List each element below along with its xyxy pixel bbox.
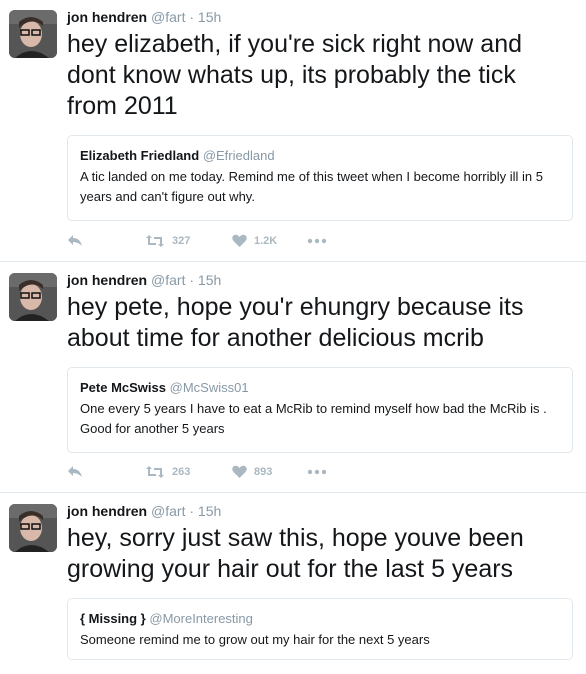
reply-button[interactable] xyxy=(67,233,83,249)
avatar[interactable] xyxy=(9,273,57,321)
more-dots-icon xyxy=(307,238,327,244)
tweet-text: hey, sorry just saw this, hope youve bee… xyxy=(67,524,524,583)
avatar[interactable] xyxy=(9,10,57,58)
reply-button[interactable] xyxy=(67,464,83,480)
tweet-header: jon hendren @fart · 15h xyxy=(67,271,221,289)
author-handle[interactable]: @fart xyxy=(151,9,185,25)
quoted-tweet[interactable]: Pete McSwiss @McSwiss01 One every 5 year… xyxy=(67,367,573,453)
quoted-tweet[interactable]: { Missing } @MoreInteresting Someone rem… xyxy=(67,598,573,660)
like-count: 1.2K xyxy=(254,235,278,247)
avatar[interactable] xyxy=(9,504,57,552)
tweet-actions: 327 1.2K xyxy=(67,233,367,249)
more-button[interactable] xyxy=(307,464,327,480)
avatar-image xyxy=(9,504,57,552)
like-count: 893 xyxy=(254,466,273,478)
quoted-author-name: Pete McSwiss xyxy=(80,380,166,395)
quoted-author-handle: @Efriedland xyxy=(202,148,275,163)
tweet-time[interactable]: · 15h xyxy=(189,9,221,25)
tweet[interactable]: jon hendren @fart · 15h hey elizabeth, i… xyxy=(0,0,586,262)
reply-icon xyxy=(68,466,82,477)
tweet-header: jon hendren @fart · 15h xyxy=(67,8,221,26)
tweet[interactable]: jon hendren @fart · 15h hey pete, hope y… xyxy=(0,263,586,493)
heart-icon xyxy=(232,465,247,478)
quoted-author-handle: @MoreInteresting xyxy=(149,611,253,626)
retweet-icon xyxy=(146,466,164,478)
author-name[interactable]: jon hendren xyxy=(67,9,147,25)
reply-icon xyxy=(68,235,82,246)
more-dots-icon xyxy=(307,469,327,475)
like-button[interactable]: 1.2K xyxy=(232,233,277,249)
author-name[interactable]: jon hendren xyxy=(67,503,147,519)
quoted-tweet-text: One every 5 years I have to eat a McRib … xyxy=(80,401,547,436)
tweet-time[interactable]: · 15h xyxy=(189,272,221,288)
quoted-author-handle: @McSwiss01 xyxy=(169,380,249,395)
tweet-text: hey elizabeth, if you're sick right now … xyxy=(67,30,523,120)
retweet-count: 263 xyxy=(172,466,191,478)
tweet-actions: 263 893 xyxy=(67,464,367,480)
quoted-author-name: { Missing } xyxy=(80,611,146,626)
quoted-tweet-text: A tic landed on me today. Remind me of t… xyxy=(80,169,543,204)
tweet[interactable]: jon hendren @fart · 15h hey, sorry just … xyxy=(0,494,586,674)
tweet-text: hey pete, hope you'r ehungry because its… xyxy=(67,293,524,352)
retweet-icon xyxy=(146,235,164,247)
author-handle[interactable]: @fart xyxy=(151,503,185,519)
avatar-image xyxy=(9,273,57,321)
tweet-time[interactable]: · 15h xyxy=(189,503,221,519)
tweet-header: jon hendren @fart · 15h xyxy=(67,502,221,520)
quoted-tweet-text: Someone remind me to grow out my hair fo… xyxy=(80,632,430,647)
like-button[interactable]: 893 xyxy=(232,464,272,480)
retweet-button[interactable]: 327 xyxy=(145,233,190,249)
author-name[interactable]: jon hendren xyxy=(67,272,147,288)
quoted-tweet[interactable]: Elizabeth Friedland @Efriedland A tic la… xyxy=(67,135,573,221)
more-button[interactable] xyxy=(307,233,327,249)
retweet-count: 327 xyxy=(172,235,191,247)
quoted-author-name: Elizabeth Friedland xyxy=(80,148,200,163)
avatar-image xyxy=(9,10,57,58)
retweet-button[interactable]: 263 xyxy=(145,464,190,480)
heart-icon xyxy=(232,234,247,247)
author-handle[interactable]: @fart xyxy=(151,272,185,288)
